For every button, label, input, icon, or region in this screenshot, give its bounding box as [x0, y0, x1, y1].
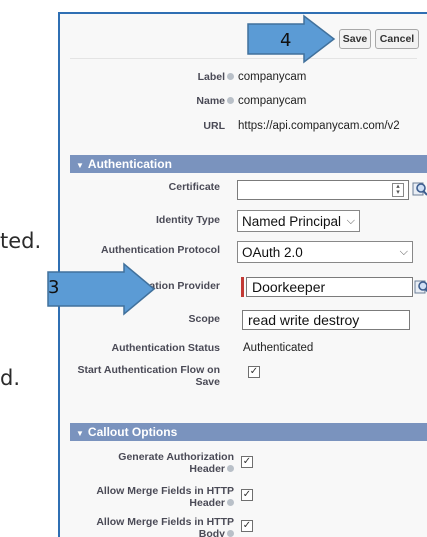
divider: [70, 58, 417, 59]
callout-options-section-header[interactable]: ▼ Callout Options: [70, 423, 427, 441]
certificate-label: Certificate: [168, 181, 220, 193]
cancel-button[interactable]: Cancel: [375, 29, 419, 49]
scope-field[interactable]: read write destroy: [242, 310, 410, 330]
generate-auth-header-checkbox[interactable]: ✓: [241, 456, 253, 468]
generate-auth-header-label: Generate Authorization Header: [118, 451, 234, 475]
scope-label: Scope: [188, 313, 220, 325]
identity-type-value: Named Principal: [242, 214, 342, 229]
label-field-label: Label: [197, 71, 225, 83]
url-value: https://api.companycam.com/v2: [238, 120, 400, 132]
identity-type-label: Identity Type: [156, 214, 220, 226]
merge-fields-header-label: Allow Merge Fields in HTTP Header: [96, 485, 234, 509]
certificate-field[interactable]: ▴ ▾: [237, 180, 409, 200]
merge-fields-header-checkbox[interactable]: ✓: [241, 489, 253, 501]
help-icon[interactable]: [227, 72, 234, 80]
lookup-icon[interactable]: [412, 181, 427, 197]
callout-number: 4: [280, 30, 292, 51]
chevron-down-icon: ⌵: [399, 246, 408, 258]
lookup-icon[interactable]: [414, 279, 427, 295]
picklist-icon[interactable]: ▴ ▾: [392, 183, 404, 197]
help-icon[interactable]: [227, 464, 234, 472]
collapse-triangle-icon: ▼: [76, 429, 84, 438]
auth-protocol-value: OAuth 2.0: [242, 245, 303, 260]
required-indicator: [241, 277, 244, 297]
name-field-label: Name: [196, 95, 225, 107]
start-flow-checkbox[interactable]: ✓: [248, 366, 260, 378]
background-text-fragment: ted.: [0, 229, 42, 253]
auth-status-value: Authenticated: [243, 342, 314, 354]
callout-arrow-icon: [247, 14, 336, 64]
help-icon[interactable]: [227, 96, 234, 104]
auth-status-label: Authentication Status: [111, 342, 220, 354]
identity-type-select[interactable]: Named Principal ⌵: [237, 210, 360, 232]
help-icon[interactable]: [227, 498, 234, 506]
url-field-label: URL: [203, 120, 225, 132]
merge-fields-body-checkbox[interactable]: ✓: [241, 520, 253, 532]
save-button[interactable]: Save: [339, 29, 371, 49]
section-title: Authentication: [87, 157, 172, 171]
section-title: Callout Options: [87, 425, 178, 439]
start-flow-label: Start Authentication Flow on Save: [77, 364, 220, 388]
callout-number: 3: [48, 277, 60, 298]
callout-arrow-icon: [47, 262, 156, 316]
auth-protocol-label: Authentication Protocol: [101, 244, 220, 256]
name-value: companycam: [238, 95, 307, 107]
help-icon[interactable]: [227, 529, 234, 537]
auth-provider-field[interactable]: Doorkeeper: [246, 277, 413, 297]
authentication-section-header[interactable]: ▼ Authentication: [70, 155, 427, 173]
collapse-triangle-icon: ▼: [76, 161, 84, 170]
background-text-fragment: d.: [0, 366, 21, 390]
auth-protocol-select[interactable]: OAuth 2.0 ⌵: [237, 241, 413, 263]
chevron-down-icon: ⌵: [346, 215, 355, 227]
label-value: companycam: [238, 71, 307, 83]
merge-fields-body-label: Allow Merge Fields in HTTP Body: [96, 516, 234, 537]
